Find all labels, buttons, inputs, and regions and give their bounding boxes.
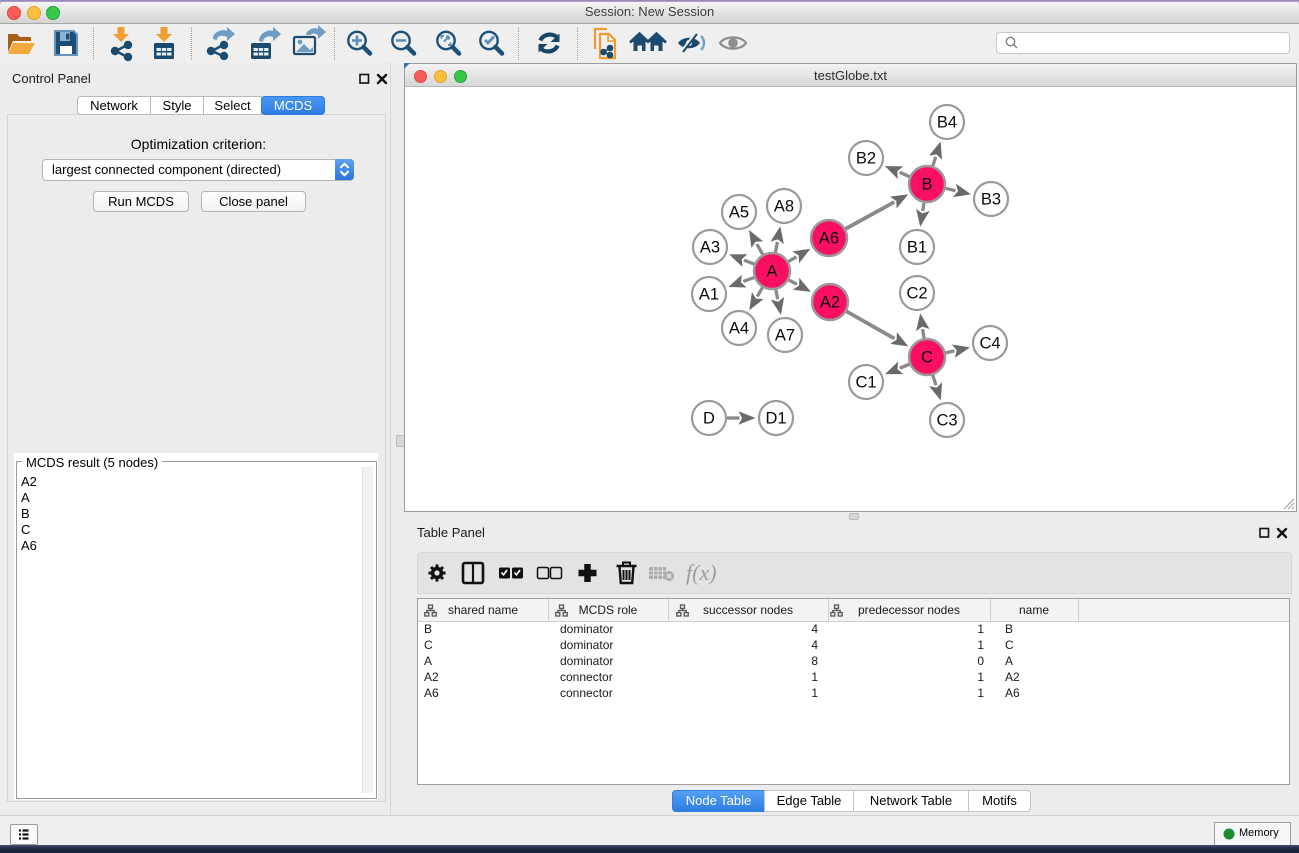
svg-text:B3: B3 [981, 191, 1001, 209]
svg-text:A2: A2 [820, 294, 840, 312]
svg-text:D1: D1 [765, 410, 786, 428]
svg-text:B4: B4 [937, 114, 957, 132]
svg-text:A: A [766, 263, 777, 281]
svg-text:B2: B2 [856, 150, 876, 168]
svg-text:A5: A5 [729, 204, 749, 222]
svg-text:A8: A8 [774, 198, 794, 216]
svg-text:B: B [921, 176, 932, 194]
svg-text:C2: C2 [906, 285, 927, 303]
svg-text:A4: A4 [729, 320, 749, 338]
svg-text:A3: A3 [700, 239, 720, 257]
svg-text:f(x): f(x) [686, 560, 717, 585]
svg-text:C3: C3 [936, 412, 957, 430]
svg-text:C1: C1 [855, 374, 876, 392]
svg-text:B1: B1 [907, 239, 927, 257]
svg-text:C: C [921, 349, 933, 367]
svg-text:C4: C4 [979, 335, 1000, 353]
svg-text:A7: A7 [775, 327, 795, 345]
svg-text:A1: A1 [699, 286, 719, 304]
svg-text:D: D [703, 410, 715, 428]
svg-text:A6: A6 [819, 230, 839, 248]
